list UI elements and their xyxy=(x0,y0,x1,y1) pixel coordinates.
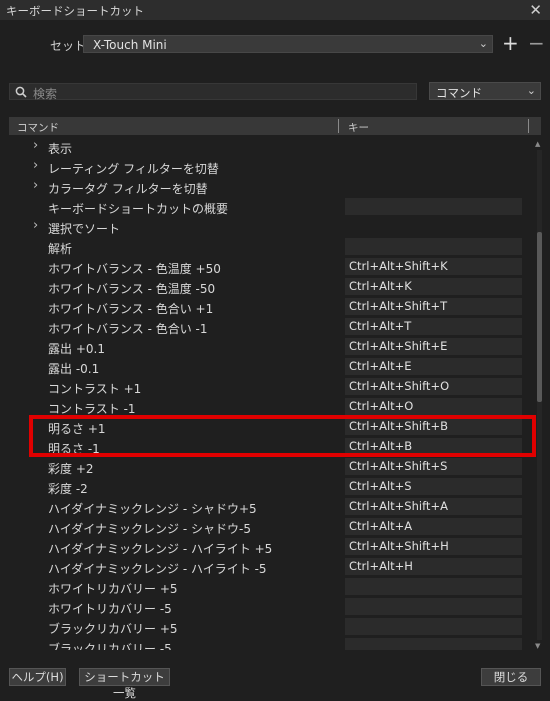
table-row[interactable]: ハイダイナミックレンジ - ハイライト +5 Ctrl+Alt+Shift+H xyxy=(9,537,531,557)
chevron-down-icon: ⌄ xyxy=(526,84,536,97)
set-dropdown[interactable]: X-Touch Mini ⌄ xyxy=(83,35,493,53)
shortcut-key-field[interactable]: Ctrl+Alt+H xyxy=(345,558,522,575)
table-row[interactable]: コントラスト +1 Ctrl+Alt+Shift+O xyxy=(9,377,531,397)
shortcut-key-field[interactable]: Ctrl+Alt+Shift+E xyxy=(345,338,522,355)
shortcut-list-button[interactable]: ショートカット一覧 xyxy=(79,668,170,700)
shortcut-key-field[interactable]: Ctrl+Alt+K xyxy=(345,278,522,295)
table-row[interactable]: ハイダイナミックレンジ - ハイライト -5 Ctrl+Alt+H xyxy=(9,557,531,577)
table-row[interactable]: 彩度 -2 Ctrl+Alt+S xyxy=(9,477,531,497)
shortcut-key-field[interactable] xyxy=(345,198,522,215)
shortcut-list: › 表示 › レーティング フィルターを切替 › カラータグ フィルターを切替キーボードシ… xyxy=(9,137,531,650)
column-divider[interactable] xyxy=(338,119,339,133)
shortcut-key-field[interactable] xyxy=(345,598,522,615)
table-row[interactable]: ブラックリカバリー -5 xyxy=(9,637,531,650)
command-label: キーボードショートカットの概要 xyxy=(48,202,229,216)
table-row[interactable]: ハイダイナミックレンジ - シャドウ-5 Ctrl+Alt+A xyxy=(9,517,531,537)
command-label: ホワイトバランス - 色温度 -50 xyxy=(48,282,216,296)
command-label: ハイダイナミックレンジ - シャドウ+5 xyxy=(48,502,257,516)
command-label: 彩度 +2 xyxy=(48,462,94,476)
shortcut-key-field[interactable] xyxy=(345,618,522,635)
shortcut-key-field[interactable]: Ctrl+Alt+Shift+S xyxy=(345,458,522,475)
set-dropdown-value: X-Touch Mini xyxy=(93,38,167,52)
search-scope-dropdown[interactable]: コマンド ⌄ xyxy=(429,82,541,100)
scrollbar-thumb[interactable] xyxy=(537,232,542,402)
close-icon[interactable]: ✕ xyxy=(529,1,542,19)
column-header-command[interactable]: コマンド xyxy=(17,120,59,135)
command-label: カラータグ フィルターを切替 xyxy=(48,182,208,196)
search-placeholder: 検索 xyxy=(33,87,58,101)
table-row[interactable]: ハイダイナミックレンジ - シャドウ+5 Ctrl+Alt+Shift+A xyxy=(9,497,531,517)
command-label: ホワイトリカバリー -5 xyxy=(48,602,172,616)
shortcut-key-field[interactable] xyxy=(345,238,522,255)
expand-chevron-icon[interactable]: › xyxy=(33,178,38,193)
shortcut-key-field[interactable] xyxy=(345,638,522,650)
command-label: ホワイトバランス - 色合い +1 xyxy=(48,302,214,316)
shortcut-key-field[interactable]: Ctrl+Alt+T xyxy=(345,318,522,335)
shortcut-key-field[interactable]: Ctrl+Alt+Shift+A xyxy=(345,498,522,515)
title-bar: キーボードショートカット ✕ xyxy=(0,0,550,20)
table-row[interactable]: ホワイトリカバリー -5 xyxy=(9,597,531,617)
command-label: ホワイトバランス - 色合い -1 xyxy=(48,322,208,336)
table-row[interactable]: ホワイトバランス - 色温度 -50 Ctrl+Alt+K xyxy=(9,277,531,297)
table-row[interactable]: ホワイトバランス - 色合い -1 Ctrl+Alt+T xyxy=(9,317,531,337)
add-set-button[interactable]: + xyxy=(502,31,519,55)
table-row[interactable]: 解析 xyxy=(9,237,531,257)
expand-chevron-icon[interactable]: › xyxy=(33,158,38,173)
column-divider[interactable] xyxy=(528,119,529,133)
search-input[interactable]: 検索 xyxy=(9,83,417,101)
expand-chevron-icon[interactable]: › xyxy=(33,218,38,233)
remove-set-button[interactable]: − xyxy=(528,31,545,55)
shortcut-key-field[interactable]: Ctrl+Alt+Shift+O xyxy=(345,378,522,395)
shortcut-key-field[interactable]: Ctrl+Alt+Shift+T xyxy=(345,298,522,315)
command-label: レーティング フィルターを切替 xyxy=(48,162,219,176)
shortcut-key-field[interactable]: Ctrl+Alt+Shift+H xyxy=(345,538,522,555)
shortcut-key-field[interactable]: Ctrl+Alt+A xyxy=(345,518,522,535)
command-label: 選択でソート xyxy=(48,222,121,236)
search-icon xyxy=(15,86,27,98)
table-row[interactable]: キーボードショートカットの概要 xyxy=(9,197,531,217)
highlight-annotation-box xyxy=(29,415,536,457)
table-row[interactable]: 露出 -0.1 Ctrl+Alt+E xyxy=(9,357,531,377)
shortcut-key-field[interactable]: Ctrl+Alt+O xyxy=(345,398,522,415)
table-header: コマンド キー xyxy=(9,117,541,135)
table-row[interactable]: 彩度 +2 Ctrl+Alt+Shift+S xyxy=(9,457,531,477)
shortcut-key-field[interactable]: Ctrl+Alt+Shift+K xyxy=(345,258,522,275)
table-row[interactable]: コントラスト -1 Ctrl+Alt+O xyxy=(9,397,531,417)
command-label: ハイダイナミックレンジ - シャドウ-5 xyxy=(48,522,251,536)
help-button[interactable]: ヘルプ(H) xyxy=(9,668,66,686)
command-label: 露出 +0.1 xyxy=(48,342,105,356)
command-label: ホワイトリカバリー +5 xyxy=(48,582,178,596)
table-row[interactable]: ブラックリカバリー +5 xyxy=(9,617,531,637)
table-row[interactable]: › カラータグ フィルターを切替 xyxy=(9,177,531,197)
table-row[interactable]: ホワイトバランス - 色合い +1 Ctrl+Alt+Shift+T xyxy=(9,297,531,317)
shortcut-key-field[interactable] xyxy=(345,578,522,595)
table-row[interactable]: › 表示 xyxy=(9,137,531,157)
window-title: キーボードショートカット xyxy=(6,4,144,18)
command-label: 表示 xyxy=(48,142,73,156)
command-label: 彩度 -2 xyxy=(48,482,88,496)
search-scope-value: コマンド xyxy=(436,86,482,100)
table-row[interactable]: ホワイトバランス - 色温度 +50 Ctrl+Alt+Shift+K xyxy=(9,257,531,277)
table-row[interactable]: 露出 +0.1 Ctrl+Alt+Shift+E xyxy=(9,337,531,357)
command-label: ハイダイナミックレンジ - ハイライト -5 xyxy=(48,562,267,576)
command-label: ブラックリカバリー -5 xyxy=(48,642,172,650)
table-row[interactable]: › 選択でソート xyxy=(9,217,531,237)
command-label: ブラックリカバリー +5 xyxy=(48,622,178,636)
scroll-up-arrow[interactable]: ▲ xyxy=(535,140,540,148)
shortcut-key-field[interactable]: Ctrl+Alt+S xyxy=(345,478,522,495)
command-label: 解析 xyxy=(48,242,73,256)
column-header-key[interactable]: キー xyxy=(348,120,369,135)
command-label: コントラスト +1 xyxy=(48,382,142,396)
table-row[interactable]: › レーティング フィルターを切替 xyxy=(9,157,531,177)
command-label: 露出 -0.1 xyxy=(48,362,100,376)
command-label: ハイダイナミックレンジ - ハイライト +5 xyxy=(48,542,273,556)
table-row[interactable]: ホワイトリカバリー +5 xyxy=(9,577,531,597)
close-button[interactable]: 閉じる xyxy=(481,668,541,686)
command-label: ホワイトバランス - 色温度 +50 xyxy=(48,262,221,276)
expand-chevron-icon[interactable]: › xyxy=(33,138,38,153)
chevron-down-icon: ⌄ xyxy=(478,37,488,50)
shortcut-key-field[interactable]: Ctrl+Alt+E xyxy=(345,358,522,375)
scroll-down-arrow[interactable]: ▼ xyxy=(535,642,540,650)
